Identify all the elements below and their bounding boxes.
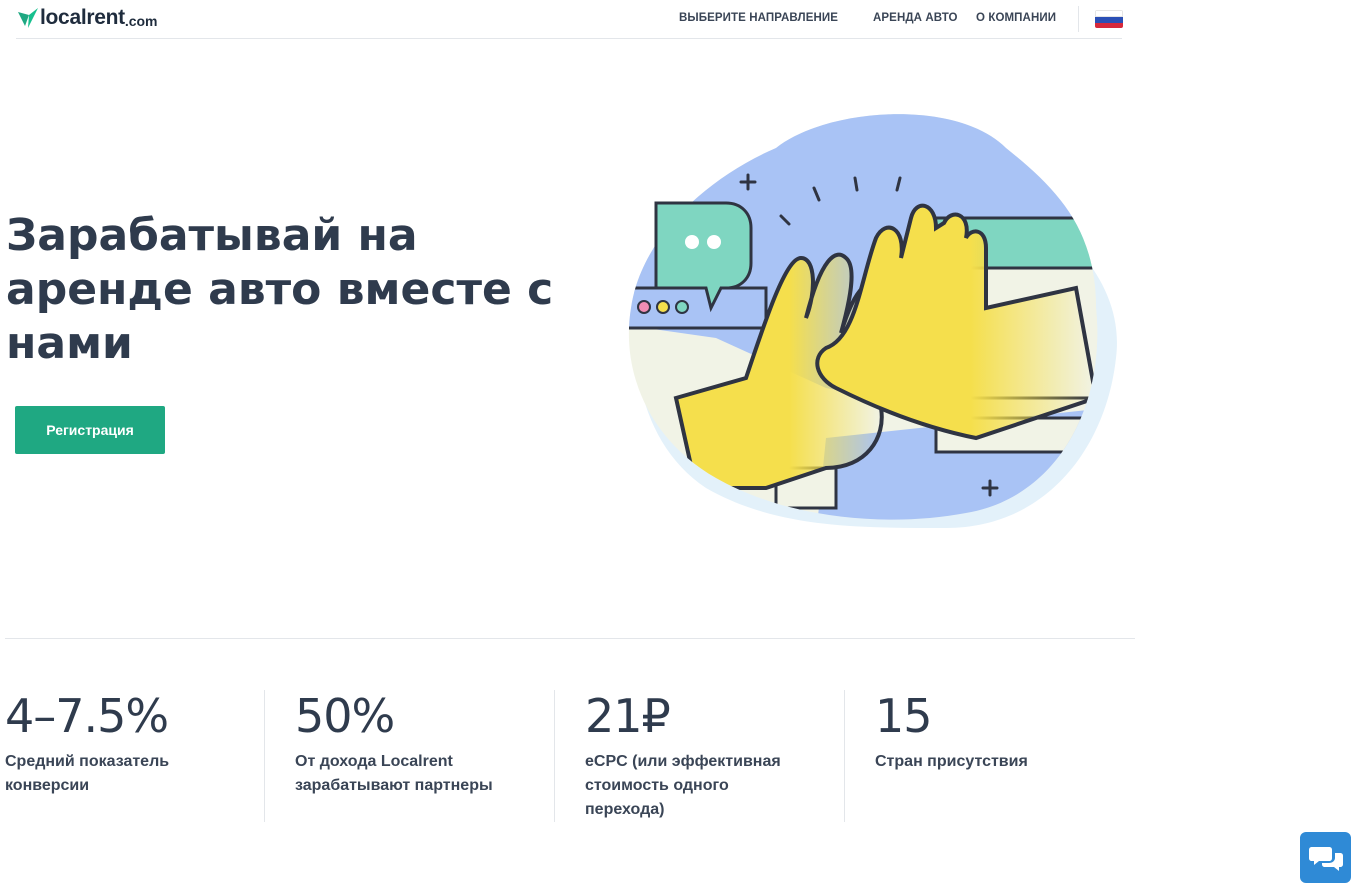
stat-value: 21₽ — [585, 689, 671, 743]
stat-label: Стран присутствия — [875, 753, 1028, 770]
hero-title: Зарабатывай на аренде авто вместе с нами — [6, 210, 554, 369]
nav-divider — [1078, 6, 1079, 32]
register-button[interactable]: Регистрация — [15, 406, 165, 454]
logo[interactable]: localrent .com — [16, 5, 158, 31]
stat-label: eCPC (или эффективная стоимость одного п… — [585, 753, 781, 818]
stat-value: 15 — [875, 689, 933, 743]
stat-countries: 15 Стран присутствия — [875, 688, 1145, 822]
high-five-illustration — [628, 114, 1117, 528]
nav-choose-destination[interactable]: ВЫБЕРИТЕ НАПРАВЛЕНИЕ — [679, 12, 838, 24]
nav-car-rental[interactable]: АРЕНДА АВТО — [873, 12, 958, 24]
logo-text: localrent — [40, 6, 125, 29]
stat-conversion: 4–7.5% Средний показатель конверсии — [5, 688, 275, 822]
stat-divider — [264, 690, 265, 822]
leaf-logo-icon — [18, 8, 38, 28]
stat-divider — [554, 690, 555, 822]
stat-divider — [844, 690, 845, 822]
russia-flag-icon[interactable] — [1095, 10, 1123, 28]
stat-ecpc: 21₽ eCPC (или эффективная стоимость одно… — [585, 688, 855, 822]
stat-label: Средний показатель конверсии — [5, 753, 170, 794]
stat-label: От дохода Localrent зарабатывают партнер… — [295, 753, 493, 794]
site-header: localrent .com ВЫБЕРИТЕ НАПРАВЛЕНИЕ АРЕН… — [16, 0, 1123, 39]
nav-about-company[interactable]: О КОМПАНИИ — [976, 12, 1056, 24]
logo-domain: .com — [124, 13, 158, 29]
stat-value: 50% — [295, 689, 395, 743]
chat-widget-button[interactable] — [1300, 832, 1351, 883]
stat-partner-income: 50% От дохода Localrent зарабатывают пар… — [295, 688, 565, 822]
section-divider — [5, 638, 1135, 639]
stat-value: 4–7.5% — [5, 689, 169, 743]
chat-bubbles-icon — [1308, 846, 1343, 871]
